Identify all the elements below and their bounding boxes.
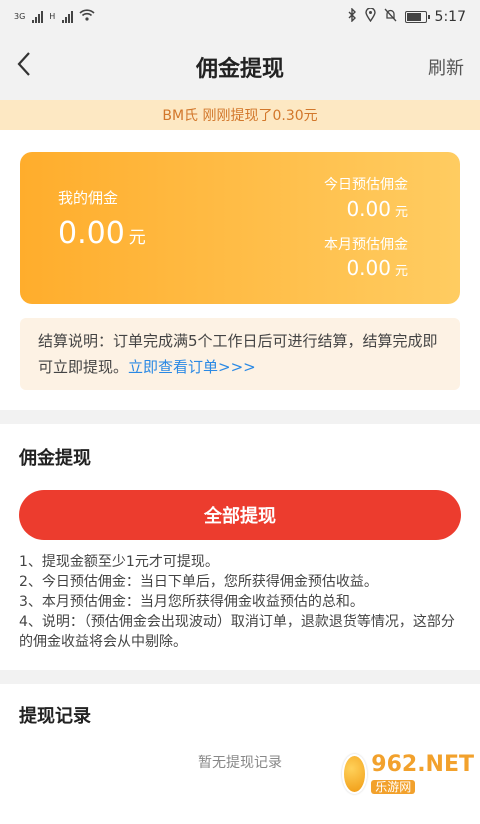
withdraw-notice-banner: BM氏 刚刚提现了0.30元 [0, 100, 480, 130]
network-type-3g: 3G [14, 12, 26, 21]
section-divider [0, 410, 480, 424]
view-orders-link[interactable]: 立即查看订单>>> [128, 358, 256, 376]
status-signals: 3G H [14, 9, 95, 25]
refresh-button[interactable]: 刷新 [428, 54, 464, 80]
records-section-title: 提现记录 [19, 706, 91, 727]
status-bar: 3G H 5:17 [0, 0, 480, 34]
watermark-logo-icon [342, 754, 368, 794]
withdraw-section-title: 佣金提现 [19, 448, 91, 469]
today-estimate-value: 0.00 元 [346, 197, 408, 221]
wifi-icon [79, 9, 95, 25]
page-title: 佣金提现 [195, 57, 284, 82]
rule-item: 2、今日预估佣金：当日下单后，您所获得佣金预估收益。 [19, 574, 378, 590]
month-estimate-unit: 元 [394, 264, 408, 279]
battery-level [406, 13, 421, 21]
commission-card: 我的佣金 0.00 元 今日预估佣金 0.00 元 本月预估佣金 0.00 元 [20, 152, 460, 304]
notice-text: BM氏 刚刚提现了0.30元 [162, 108, 318, 124]
withdraw-section: 佣金提现 全部提现 1、提现金额至少1元才可提现。 2、今日预估佣金：当日下单后… [0, 424, 480, 670]
location-icon [364, 7, 376, 26]
site-watermark-logo: 962.NET 乐游网 [342, 752, 474, 796]
bluetooth-icon [347, 7, 357, 26]
my-commission-label: 我的佣金 [58, 189, 119, 207]
rule-item: 4、说明：（预估佣金会出现波动）取消订单，退款退货等情况，这部分的佣金收益将会从… [19, 614, 455, 650]
section-divider-2 [0, 670, 480, 684]
settlement-note: 结算说明：订单完成满5个工作日后可进行结算，结算完成即可立即提现。立即查看订单>… [20, 318, 460, 390]
network-type-h: H [49, 12, 56, 21]
month-estimate-value: 0.00 元 [346, 256, 408, 280]
mute-bell-icon [384, 8, 397, 26]
signal-strength-icon-2 [62, 11, 74, 23]
rule-item: 3、本月预估佣金：当月您所获得佣金收益预估的总和。 [19, 594, 364, 610]
withdraw-rules: 1、提现金额至少1元才可提现。 2、今日预估佣金：当日下单后，您所获得佣金预估收… [19, 552, 461, 652]
my-commission-value: 0.00 元 [58, 216, 146, 251]
month-estimate-amount: 0.00 [346, 256, 391, 280]
commission-summary-section: 我的佣金 0.00 元 今日预估佣金 0.00 元 本月预估佣金 0.00 元 结算说… [0, 130, 480, 410]
signal-strength-icon [32, 11, 44, 23]
month-estimate-label: 本月预估佣金 [324, 237, 408, 253]
watermark-brand: 962.NET [371, 751, 474, 777]
today-estimate-amount: 0.00 [346, 197, 391, 221]
battery-icon [404, 11, 430, 23]
back-chevron-icon[interactable] [16, 50, 56, 85]
title-bar: 佣金提现 刷新 [0, 34, 480, 100]
my-commission-amount: 0.00 [58, 216, 125, 251]
watermark-sub: 乐游网 [371, 779, 416, 794]
status-time: 5:17 [434, 9, 466, 25]
my-commission-unit: 元 [128, 228, 146, 248]
today-estimate-label: 今日预估佣金 [324, 177, 408, 193]
today-estimate-unit: 元 [394, 205, 408, 220]
status-indicators: 5:17 [347, 7, 466, 26]
rule-item: 1、提现金额至少1元才可提现。 [19, 554, 219, 570]
watermark-text-group: 962.NET 乐游网 [371, 751, 474, 795]
withdraw-all-button[interactable]: 全部提现 [19, 490, 461, 540]
